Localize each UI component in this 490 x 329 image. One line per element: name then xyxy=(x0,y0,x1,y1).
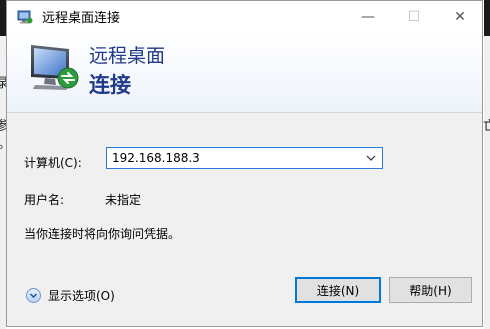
background-window-edge-right xyxy=(484,0,490,36)
computer-combobox[interactable]: 192.168.188.3 xyxy=(106,147,383,169)
show-options-label[interactable]: 显示选项(O) xyxy=(48,287,115,304)
background-page-right xyxy=(484,36,490,329)
computer-label: 计算机(C): xyxy=(24,156,82,170)
username-label: 用户名: xyxy=(24,193,65,207)
expand-chevron-icon[interactable] xyxy=(26,288,41,303)
background-text: 亡 xyxy=(483,119,490,134)
banner-title-line1: 远程桌面 xyxy=(89,45,166,67)
chevron-down-icon[interactable] xyxy=(364,150,378,166)
computer-input-value: 192.168.188.3 xyxy=(112,151,200,165)
title-bar[interactable]: 远程桌面连接 — ☐ ✕ xyxy=(7,1,482,32)
close-button[interactable]: ✕ xyxy=(437,1,483,32)
maximize-button[interactable]: ☐ xyxy=(391,1,437,32)
banner-title-line2: 连接 xyxy=(89,73,131,97)
window-title: 远程桌面连接 xyxy=(42,11,121,26)
close-icon: ✕ xyxy=(454,8,466,25)
maximize-icon: ☐ xyxy=(407,8,421,25)
minimize-icon: — xyxy=(361,8,375,25)
credential-info-text: 当你连接时将向你询问凭据。 xyxy=(24,227,181,241)
header-banner: 远程桌面 连接 xyxy=(7,32,482,113)
remote-desktop-dialog: 远程桌面连接 — ☐ ✕ 远程桌面 连接 计算机(C): 192.168.188… xyxy=(6,0,483,327)
help-button[interactable]: 帮助(H) xyxy=(389,277,472,303)
username-value: 未指定 xyxy=(105,193,142,207)
connect-button[interactable]: 连接(N) xyxy=(295,277,381,303)
show-options-toggle[interactable]: 显示选项(O) xyxy=(26,287,115,304)
remote-desktop-monitor-icon xyxy=(25,41,83,95)
minimize-button[interactable]: — xyxy=(345,1,391,32)
remote-desktop-app-icon xyxy=(17,9,33,25)
